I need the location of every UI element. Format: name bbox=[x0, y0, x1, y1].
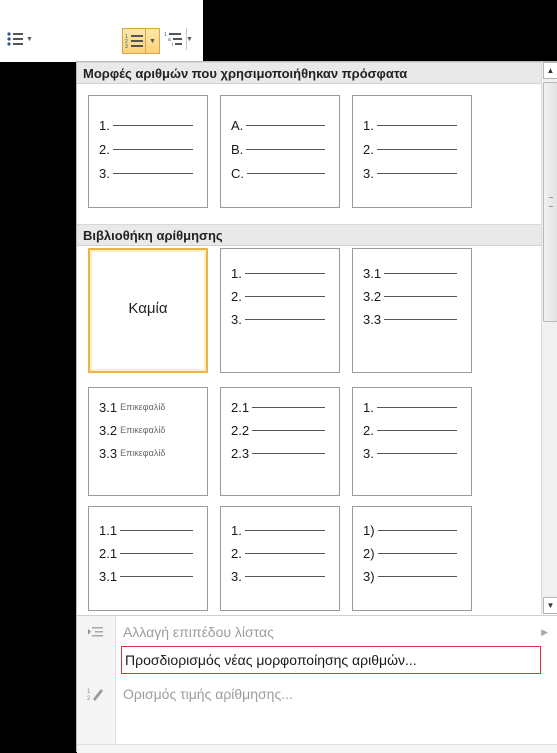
chevron-down-icon[interactable]: ▼ bbox=[186, 36, 193, 43]
recent-format-tile[interactable]: 1. 2. 3. bbox=[352, 95, 472, 208]
scroll-up-arrow-icon[interactable]: ▲ bbox=[543, 62, 557, 79]
number-label: 3. bbox=[231, 568, 242, 584]
library-format-tile[interactable]: 1. 2. 3. bbox=[220, 248, 340, 373]
svg-text:1: 1 bbox=[164, 32, 167, 38]
multilevel-list-icon: 1 a i bbox=[164, 32, 182, 48]
number-label: 1. bbox=[99, 117, 110, 133]
bullet-list-icon bbox=[7, 32, 23, 46]
multilevel-list-button[interactable]: 1 a i ▼ bbox=[164, 28, 193, 50]
library-format-tile[interactable]: 1) 2) 3) bbox=[352, 506, 472, 611]
svg-text:3: 3 bbox=[125, 44, 128, 50]
screen: ▼ 1 2 3 ▼ 1 a i ▼ Μορφές αριθμών που χρη… bbox=[0, 0, 557, 753]
number-label: 2. bbox=[231, 288, 242, 304]
numbering-library-heading: Βιβλιοθήκη αρίθμησης bbox=[77, 224, 541, 246]
numbering-gallery-dropdown: Μορφές αριθμών που χρησιμοποιήθηκαν πρόσ… bbox=[76, 61, 557, 753]
number-label: 3. bbox=[363, 445, 374, 461]
number-label: 1. bbox=[363, 117, 374, 133]
set-numbering-value-item[interactable]: 12 Ορισμός τιμής αρίθμησης... bbox=[77, 680, 557, 708]
number-label: 2. bbox=[231, 545, 242, 561]
split-divider bbox=[145, 29, 146, 53]
change-list-level-item[interactable]: Αλλαγή επιπέδου λίστας ▶ bbox=[77, 618, 557, 646]
number-label: 3) bbox=[363, 568, 375, 584]
set-value-icon: 12 bbox=[77, 686, 115, 702]
number-label: 3.1 bbox=[99, 399, 118, 415]
number-label: 3.1 bbox=[363, 265, 382, 281]
scroll-down-arrow-icon[interactable]: ▼ bbox=[543, 597, 557, 614]
toolbar: ▼ 1 2 3 ▼ 1 a i ▼ bbox=[0, 0, 203, 62]
heading-suffix: Επικεφαλίδ bbox=[120, 448, 166, 458]
bullets-button[interactable]: ▼ bbox=[6, 28, 33, 50]
number-label: 3. bbox=[363, 165, 374, 181]
svg-text:a: a bbox=[168, 37, 171, 43]
number-label: 2.1 bbox=[231, 399, 250, 415]
number-label: 3.1 bbox=[99, 568, 118, 584]
change-list-level-label: Αλλαγή επιπέδου λίστας bbox=[123, 624, 274, 640]
number-label: 1.1 bbox=[99, 522, 118, 538]
define-new-number-format-item[interactable]: Προσδιορισμός νέας μορφοποίησης αριθμών.… bbox=[121, 646, 541, 674]
svg-text:1: 1 bbox=[87, 689, 91, 695]
library-format-tile[interactable]: 3.1 Επικεφαλίδ 3.2 Επικεφαλίδ 3.3 Επικεφαλί… bbox=[88, 387, 208, 496]
svg-text:i: i bbox=[172, 42, 173, 48]
number-label: 2.1 bbox=[99, 545, 118, 561]
library-format-tile[interactable]: 1. 2. 3. bbox=[352, 387, 472, 496]
recent-format-tile[interactable]: A. B. C. bbox=[220, 95, 340, 208]
define-new-number-format-label: Προσδιορισμός νέας μορφοποίησης αριθμών.… bbox=[125, 652, 417, 668]
gallery-scrollbar[interactable]: ▲ ▼ bbox=[541, 62, 557, 614]
library-format-tile[interactable]: 2.1 2.2 2.3 bbox=[220, 387, 340, 496]
number-label: 3. bbox=[231, 311, 242, 327]
numbering-button[interactable]: 1 2 3 ▼ bbox=[122, 28, 160, 54]
number-label: 3.2 bbox=[363, 288, 382, 304]
menu-footer bbox=[77, 744, 557, 753]
number-label: 2. bbox=[363, 422, 374, 438]
number-label: C. bbox=[231, 165, 244, 181]
number-label: A. bbox=[231, 117, 244, 133]
numbered-list-icon: 1 2 3 bbox=[125, 34, 143, 50]
submenu-arrow-icon: ▶ bbox=[541, 626, 548, 637]
number-label: 3. bbox=[99, 165, 110, 181]
toolbar-separator bbox=[186, 28, 187, 50]
recent-format-tile[interactable]: 1. 2. 3. bbox=[88, 95, 208, 208]
number-label: 2) bbox=[363, 545, 375, 561]
chevron-down-icon[interactable]: ▼ bbox=[26, 36, 33, 43]
heading-suffix: Επικεφαλίδ bbox=[120, 402, 166, 412]
indent-level-icon bbox=[77, 625, 115, 639]
svg-text:2: 2 bbox=[87, 696, 91, 702]
recent-formats-heading: Μορφές αριθμών που χρησιμοποιήθηκαν πρόσ… bbox=[77, 62, 541, 84]
number-label: B. bbox=[231, 141, 244, 157]
number-label: 3.3 bbox=[99, 445, 118, 461]
number-label: 1. bbox=[363, 399, 374, 415]
number-label: 2. bbox=[99, 141, 110, 157]
number-label: 1. bbox=[231, 522, 242, 538]
set-numbering-value-label: Ορισμός τιμής αρίθμησης... bbox=[123, 686, 293, 702]
scroll-thumb[interactable] bbox=[543, 82, 557, 322]
library-format-tile[interactable]: 3.1 3.2 3.3 bbox=[352, 248, 472, 373]
number-label: 3.2 bbox=[99, 422, 118, 438]
number-label: 2.3 bbox=[231, 445, 250, 461]
chevron-down-icon[interactable]: ▼ bbox=[149, 38, 156, 45]
library-format-tile[interactable]: 1. 2. 3. bbox=[220, 506, 340, 611]
heading-suffix: Επικεφαλίδ bbox=[120, 425, 166, 435]
number-label: 3.3 bbox=[363, 311, 382, 327]
number-label: 1) bbox=[363, 522, 375, 538]
number-label: 2. bbox=[363, 141, 374, 157]
library-format-tile[interactable]: 1.1 2.1 3.1 bbox=[88, 506, 208, 611]
number-label: 2.2 bbox=[231, 422, 250, 438]
none-format-tile[interactable]: Καμία bbox=[88, 248, 208, 373]
gallery-menu: Αλλαγή επιπέδου λίστας ▶ Προσδιορισμός ν… bbox=[77, 615, 557, 753]
none-label: Καμία bbox=[128, 300, 168, 317]
number-label: 1. bbox=[231, 265, 242, 281]
